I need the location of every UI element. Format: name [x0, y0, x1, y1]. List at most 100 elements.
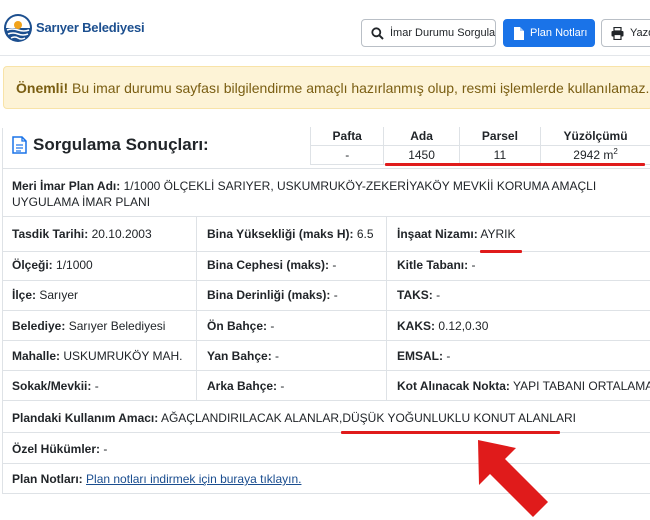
side-yard-label: Yan Bahçe: — [207, 349, 272, 363]
summary-header: Ada — [383, 127, 460, 146]
belediye-label: Belediye: — [12, 319, 66, 333]
height-label: Bina Yüksekliği (maks H): — [207, 227, 354, 241]
print-label: Yazdır — [630, 27, 650, 39]
depth-label: Bina Derinliği (maks): — [207, 288, 331, 302]
printer-icon — [611, 26, 624, 40]
depth-cell: Bina Derinliği (maks): - — [207, 288, 338, 302]
tasdik-label: Tasdik Tarihi: — [12, 227, 89, 241]
front-yard-value: - — [267, 319, 275, 333]
row-divider — [2, 216, 650, 217]
depth-value: - — [330, 288, 338, 302]
annotation-underline — [341, 431, 560, 434]
kitle-label: Kitle Tabanı: — [397, 258, 469, 272]
logo-icon[interactable] — [3, 13, 33, 43]
warning-alert: Önemli! Bu imar durumu sayfası bilgilend… — [3, 66, 650, 109]
results-title: Sorgulama Sonuçları: — [33, 135, 209, 154]
notes-label: Plan Notları: — [12, 472, 83, 486]
emsal-label: EMSAL: — [397, 349, 443, 363]
facade-value: - — [329, 258, 337, 272]
sokak-value: - — [91, 379, 99, 393]
plan-notes-label: Plan Notları — [530, 27, 588, 39]
side-yard-value: - — [271, 349, 280, 363]
column-divider — [386, 216, 387, 400]
mahalle-cell: Mahalle: USKUMRUKÖY MAH. — [12, 349, 182, 363]
area-value: 2942 m2 — [540, 145, 650, 165]
kaks-label: KAKS: — [397, 319, 435, 333]
olcek-cell: Ölçeği: 1/1000 — [12, 258, 93, 272]
kitle-value: - — [468, 258, 476, 272]
annotation-underline — [480, 250, 522, 253]
row-divider — [2, 168, 650, 169]
nizam-value: AYRIK — [477, 227, 516, 241]
sokak-cell: Sokak/Mevkii: - — [12, 379, 99, 393]
summary-table: Pafta Ada Parsel Yüzölçümü - 1450 11 294… — [309, 127, 650, 165]
special-row: Özel Hükümler: - — [12, 442, 107, 456]
row-divider — [2, 400, 650, 401]
tasdik-cell: Tasdik Tarihi: 20.10.2003 — [12, 227, 152, 241]
row-divider — [2, 280, 650, 281]
row-divider — [2, 340, 650, 341]
emsal-cell: EMSAL: - — [397, 349, 450, 363]
tasdik-value: 20.10.2003 — [88, 227, 152, 241]
print-button[interactable]: Yazdır — [601, 19, 650, 47]
brand-name[interactable]: Sarıyer Belediyesi — [36, 20, 145, 35]
plan-notes-button[interactable]: Plan Notları — [503, 19, 595, 47]
usage-label: Plandaki Kullanım Amacı: — [12, 411, 159, 425]
ilce-cell: İlçe: Sarıyer — [12, 288, 78, 302]
plan-notes-download-link[interactable]: Plan notları indirmek için buraya tıklay… — [86, 472, 301, 486]
nizam-label: İnşaat Nizamı: — [397, 227, 478, 241]
facade-label: Bina Cephesi (maks): — [207, 258, 330, 272]
area-number: 2942 m — [573, 148, 614, 162]
back-yard-cell: Arka Bahçe: - — [207, 379, 284, 393]
ilce-value: Sarıyer — [36, 288, 79, 302]
nizam-cell: İnşaat Nizamı: AYRIK — [397, 227, 516, 241]
imar-query-label: İmar Durumu Sorgula — [390, 27, 496, 39]
row-divider — [2, 310, 650, 311]
sokak-label: Sokak/Mevkii: — [12, 379, 92, 393]
row-divider — [2, 370, 650, 371]
taks-value: - — [432, 288, 441, 302]
kot-label: Kot Alınacak Nokta: — [397, 379, 510, 393]
mahalle-label: Mahalle: — [12, 349, 61, 363]
document-icon — [514, 26, 524, 40]
document-icon — [12, 136, 27, 154]
ada-value: 1450 — [383, 145, 460, 165]
summary-header: Yüzölçümü — [540, 127, 650, 146]
emsal-value: - — [443, 349, 451, 363]
back-yard-label: Arka Bahçe: — [207, 379, 278, 393]
column-divider — [196, 216, 197, 400]
special-value: - — [100, 442, 108, 456]
kot-cell: Kot Alınacak Nokta: YAPI TABANI ORTALAMA… — [397, 379, 650, 393]
notes-row: Plan Notları: Plan notları indirmek için… — [12, 472, 301, 486]
belediye-cell: Belediye: Sarıyer Belediyesi — [12, 319, 165, 333]
alert-text: Bu imar durumu sayfası bilgilendirme ama… — [68, 80, 650, 96]
front-yard-label: Ön Bahçe: — [207, 319, 268, 333]
front-yard-cell: Ön Bahçe: - — [207, 319, 274, 333]
olcek-label: Ölçeği: — [12, 258, 53, 272]
ilce-label: İlçe: — [12, 288, 37, 302]
height-value: 6.5 — [353, 227, 374, 241]
parsel-value: 11 — [458, 145, 541, 165]
summary-header: Pafta — [309, 127, 384, 146]
kitle-cell: Kitle Tabanı: - — [397, 258, 475, 272]
kaks-cell: KAKS: 0.12,0.30 — [397, 319, 488, 333]
pafta-value: - — [309, 145, 384, 165]
area-unit-sup: 2 — [613, 147, 618, 156]
arrow-icon — [478, 440, 548, 517]
olcek-value: 1/1000 — [52, 258, 93, 272]
plan-name-label: Meri İmar Plan Adı: — [12, 179, 121, 193]
search-icon — [371, 26, 384, 40]
taks-cell: TAKS: - — [397, 288, 440, 302]
taks-label: TAKS: — [397, 288, 433, 302]
results-heading: Sorgulama Sonuçları: — [12, 135, 209, 155]
usage-row: Plandaki Kullanım Amacı: AĞAÇLANDIRILACA… — [12, 411, 576, 425]
usage-value: AĞAÇLANDIRILACAK ALANLAR,DÜŞÜK YOĞUNLUKL… — [158, 411, 576, 425]
row-divider — [2, 493, 650, 494]
mahalle-value: USKUMRUKÖY MAH. — [60, 349, 183, 363]
summary-header: Parsel — [458, 127, 541, 146]
height-cell: Bina Yüksekliği (maks H): 6.5 — [207, 227, 374, 241]
table-border — [2, 128, 3, 494]
alert-strong: Önemli! — [16, 80, 69, 96]
imar-query-button[interactable]: İmar Durumu Sorgula — [361, 19, 496, 47]
annotation-underline — [385, 163, 645, 166]
